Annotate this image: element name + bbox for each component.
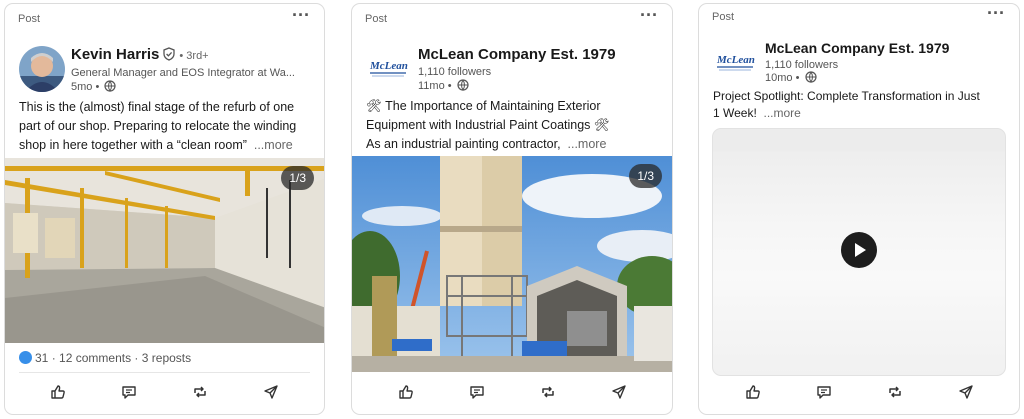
author-headline: General Manager and EOS Integrator at Wa… [71,67,295,79]
post-time: 5mo • [71,80,116,95]
avatar[interactable] [19,46,65,92]
like-icon[interactable] [392,378,420,406]
action-bar [5,378,324,406]
author-row[interactable]: Kevin Harris • 3rd+ General Manager and E… [19,46,310,96]
comment-icon[interactable] [463,378,491,406]
repost-icon[interactable] [534,378,562,406]
post-time: 11mo • [418,79,469,94]
comments-count[interactable]: 12 comments [59,351,131,365]
play-icon[interactable] [841,232,877,268]
post-card: Post ··· McLean McLean Company Est. 1979… [351,3,673,415]
image-counter: 1/3 [629,164,662,188]
post-body: 🛠 The Importance of Maintaining Exterior… [366,97,660,154]
send-icon[interactable] [605,378,633,406]
post-label: Post [712,11,735,23]
reaction-count[interactable]: 31 [35,351,48,365]
post-card: Post ··· Kevin Harris • 3rd+ General Mana… [4,3,325,415]
body-line-last: 1 Week! ...more [713,105,1007,122]
post-time-text: 10mo • [765,72,800,84]
post-label: Post [18,13,41,25]
logo-text: McLean [369,60,408,72]
post-stats: 31 · 12 comments · 3 reposts [19,351,310,365]
post-card: Post ··· McLean McLean Company Est. 1979… [698,3,1020,415]
post-body: This is the (almost) final stage of the … [19,98,312,155]
comment-icon[interactable] [115,378,143,406]
divider [19,372,310,373]
more-options-icon[interactable]: ··· [292,6,310,24]
follower-count: 1,110 followers [418,66,492,78]
globe-icon [457,79,469,94]
video-player[interactable] [712,128,1006,376]
body-line: part of our shop. Preparing to relocate … [19,119,297,133]
stats-separator: · [134,351,139,365]
globe-icon [104,80,116,95]
image-counter: 1/3 [281,166,314,190]
body-line-last: As an industrial painting contractor, ..… [366,135,660,154]
body-line: This is the (almost) final stage of the … [19,100,295,114]
send-icon[interactable] [952,378,980,406]
like-icon[interactable] [739,378,767,406]
more-options-icon[interactable]: ··· [640,6,658,24]
post-body: Project Spotlight: Complete Transformati… [713,88,1007,122]
see-more-link[interactable]: ...more [254,138,293,152]
author-row[interactable]: McLean McLean Company Est. 1979 1,110 fo… [713,40,1005,90]
like-reaction-icon [19,351,32,364]
body-line: 1 Week! [713,106,757,120]
reposts-count[interactable]: 3 reposts [142,351,191,365]
see-more-link[interactable]: ...more [763,106,800,120]
post-time-text: 11mo • [418,80,452,92]
body-line: shop in here together with a “clean room… [19,138,247,152]
comment-icon[interactable] [810,378,838,406]
post-image[interactable]: 1/3 [5,158,324,343]
like-icon[interactable] [44,378,72,406]
body-line: Equipment with Industrial Paint Coatings… [366,118,610,132]
author-name-line: McLean Company Est. 1979 [418,46,616,63]
post-label: Post [365,13,388,25]
verified-icon [162,47,176,65]
body-line-last: shop in here together with a “clean room… [19,136,312,155]
body-line: Project Spotlight: Complete Transformati… [713,89,980,103]
body-line: As an industrial painting contractor, [366,137,561,151]
repost-icon[interactable] [881,378,909,406]
author-row[interactable]: McLean McLean Company Est. 1979 1,110 fo… [366,46,658,96]
logo-text: McLean [716,54,755,66]
more-options-icon[interactable]: ··· [987,4,1005,22]
author-name-line: McLean Company Est. 1979 [765,40,949,56]
body-line: 🛠 The Importance of Maintaining Exterior [366,99,601,113]
globe-icon [804,71,817,86]
post-time-text: 5mo • [71,81,100,93]
action-bar [699,378,1019,406]
stats-separator: · [51,351,56,365]
follower-count: 1,110 followers [765,59,839,71]
author-name[interactable]: Kevin Harris [71,46,159,63]
company-logo[interactable]: McLean [368,50,408,84]
author-name[interactable]: McLean Company Est. 1979 [418,46,616,63]
action-bar [352,378,672,406]
see-more-link[interactable]: ...more [568,137,607,151]
author-name-line: Kevin Harris • 3rd+ [71,46,209,65]
company-logo[interactable]: McLean [715,44,755,78]
send-icon[interactable] [257,378,285,406]
repost-icon[interactable] [186,378,214,406]
author-name[interactable]: McLean Company Est. 1979 [765,40,949,56]
connection-degree: • 3rd+ [179,50,209,62]
video-top-bar [713,129,1005,151]
post-time: 10mo • [765,71,817,86]
post-image[interactable]: 1/3 [352,156,672,372]
